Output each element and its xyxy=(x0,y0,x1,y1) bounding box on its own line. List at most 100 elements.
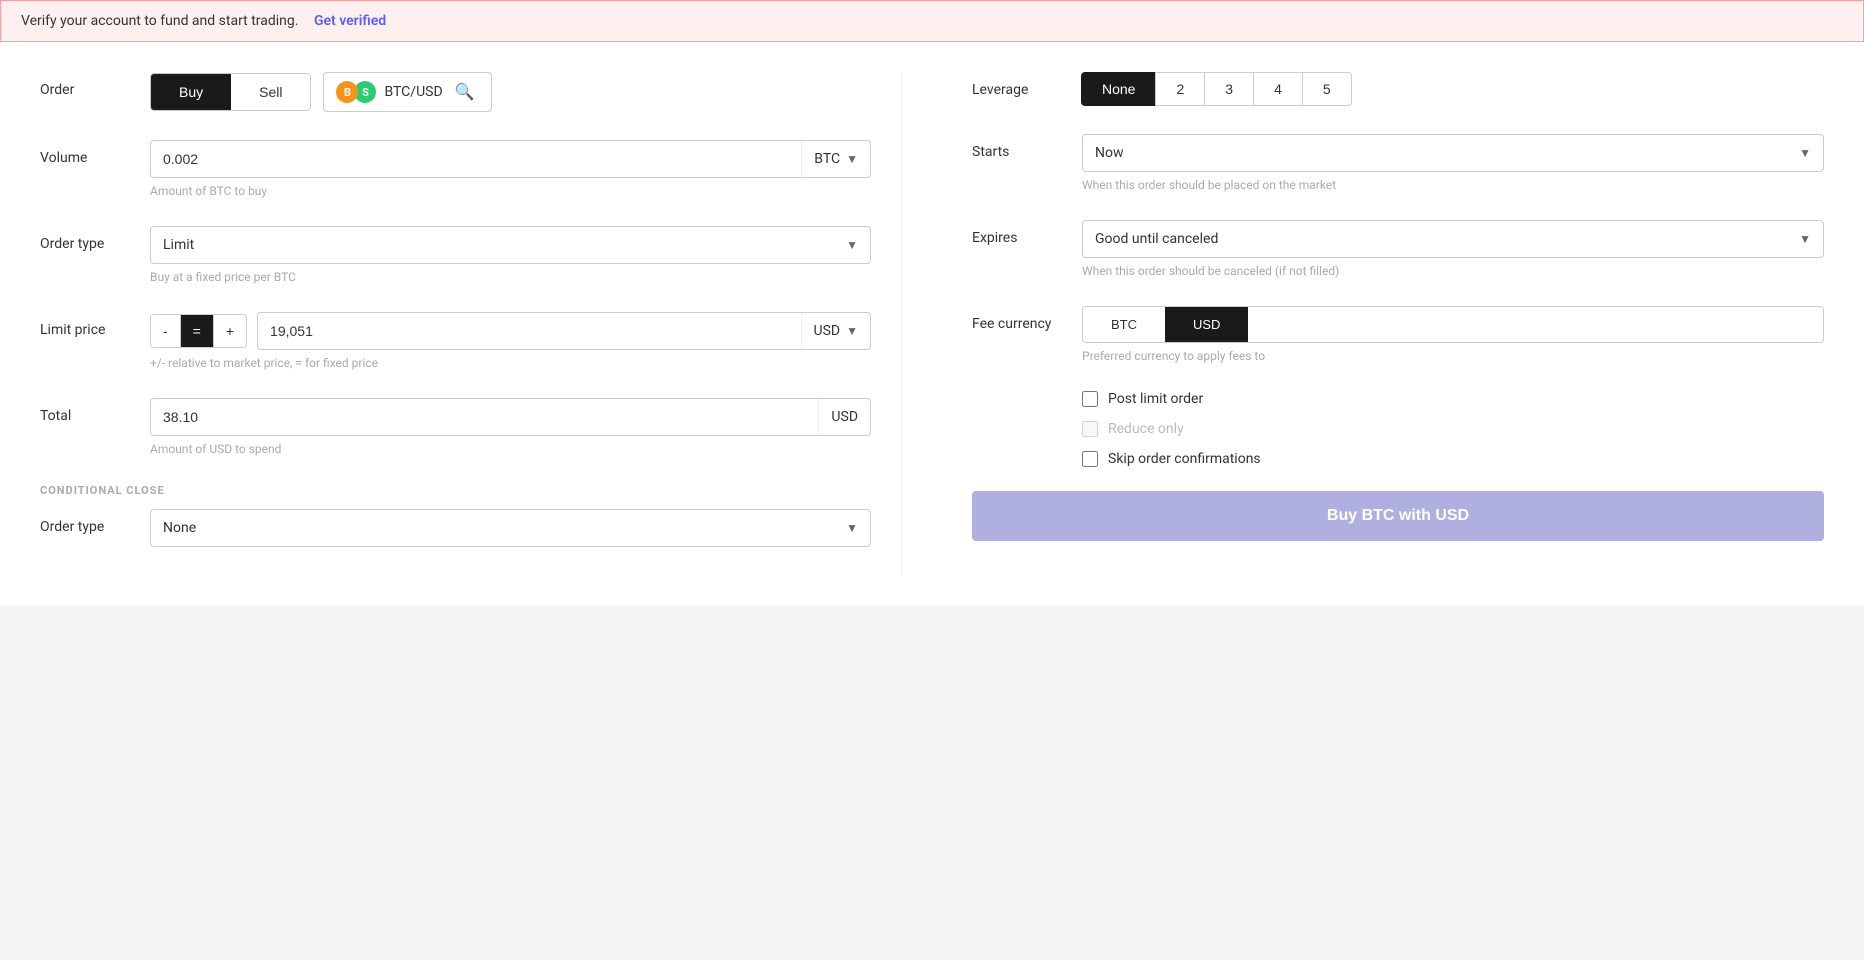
volume-chevron: ▼ xyxy=(846,152,858,166)
order-type-content: Limit ▼ Buy at a fixed price per BTC xyxy=(150,226,871,284)
limit-price-currency-label: USD xyxy=(814,323,841,339)
order-label: Order xyxy=(40,72,150,98)
volume-content: BTC ▼ Amount of BTC to buy xyxy=(150,140,871,198)
pair-selector[interactable]: B S BTC/USD 🔍 xyxy=(323,72,491,112)
limit-price-chevron: ▼ xyxy=(846,324,858,338)
fee-usd-btn[interactable]: USD xyxy=(1165,307,1248,342)
leverage-5[interactable]: 5 xyxy=(1302,72,1352,106)
left-column: Order Buy Sell B S BTC/USD 🔍 Volume xyxy=(40,72,902,575)
order-type-chevron: ▼ xyxy=(846,238,858,252)
order-type-row: Order type Limit ▼ Buy at a fixed price … xyxy=(40,226,871,284)
total-currency-label: USD xyxy=(831,409,858,425)
expires-label: Expires xyxy=(972,220,1082,246)
conditional-order-type-select[interactable]: None ▼ xyxy=(150,509,871,547)
limit-price-input[interactable] xyxy=(258,313,800,349)
minus-button[interactable]: - xyxy=(151,315,181,347)
volume-row: Volume BTC ▼ Amount of BTC to buy xyxy=(40,140,871,198)
conditional-order-type-content: None ▼ xyxy=(150,509,871,547)
leverage-options: None 2 3 4 5 xyxy=(1082,72,1824,106)
expires-select[interactable]: Good until canceled ▼ xyxy=(1082,220,1824,258)
pair-name: BTC/USD xyxy=(384,84,442,100)
order-type-label: Order type xyxy=(40,226,150,252)
order-type-helper: Buy at a fixed price per BTC xyxy=(150,270,871,284)
leverage-2[interactable]: 2 xyxy=(1155,72,1205,106)
buy-button-toggle[interactable]: Buy xyxy=(151,74,231,110)
plus-button[interactable]: + xyxy=(214,315,246,347)
volume-input[interactable] xyxy=(151,141,801,177)
reduce-only-label: Reduce only xyxy=(1108,421,1184,437)
pair-search-icon[interactable]: 🔍 xyxy=(451,82,479,102)
equal-button[interactable]: = xyxy=(181,315,214,347)
conditional-order-type-value: None xyxy=(163,520,196,536)
btc-icon: B xyxy=(336,81,358,103)
expires-row: Expires Good until canceled ▼ When this … xyxy=(972,220,1824,278)
conditional-order-type-label: Order type xyxy=(40,509,150,535)
limit-price-input-group: USD ▼ xyxy=(257,312,871,350)
limit-price-currency[interactable]: USD ▼ xyxy=(801,313,870,349)
starts-value: Now xyxy=(1095,145,1124,161)
alert-text: Verify your account to fund and start tr… xyxy=(21,13,298,29)
total-helper: Amount of USD to spend xyxy=(150,442,871,456)
conditional-order-chevron: ▼ xyxy=(846,521,858,535)
skip-confirmations-row: Skip order confirmations xyxy=(1082,451,1824,467)
reduce-only-checkbox[interactable] xyxy=(1082,421,1098,437)
volume-input-group: BTC ▼ xyxy=(150,140,871,178)
leverage-content: None 2 3 4 5 xyxy=(1082,72,1824,106)
fee-toggle: BTC USD xyxy=(1082,306,1824,343)
fee-currency-label: Fee currency xyxy=(972,306,1082,332)
alert-banner: Verify your account to fund and start tr… xyxy=(0,0,1864,42)
volume-currency[interactable]: BTC ▼ xyxy=(801,141,870,177)
buy-button-container: Buy BTC with USD xyxy=(972,481,1824,541)
volume-label: Volume xyxy=(40,140,150,166)
sell-button-toggle[interactable]: Sell xyxy=(231,74,310,110)
fee-currency-row: Fee currency BTC USD Preferred currency … xyxy=(972,306,1824,363)
total-currency: USD xyxy=(818,399,870,435)
starts-select[interactable]: Now ▼ xyxy=(1082,134,1824,172)
modifier-buttons: - = + xyxy=(150,314,247,348)
limit-price-control: - = + USD ▼ xyxy=(150,312,871,350)
expires-value: Good until canceled xyxy=(1095,231,1218,247)
limit-price-row: Limit price - = + USD ▼ xyxy=(40,312,871,370)
buy-sell-toggle: Buy Sell xyxy=(150,73,311,111)
starts-row: Starts Now ▼ When this order should be p… xyxy=(972,134,1824,192)
conditional-close-section: CONDITIONAL CLOSE Order type None ▼ xyxy=(40,484,871,547)
leverage-4[interactable]: 4 xyxy=(1253,72,1303,106)
post-limit-checkbox[interactable] xyxy=(1082,391,1098,407)
total-label: Total xyxy=(40,398,150,424)
order-row: Order Buy Sell B S BTC/USD 🔍 xyxy=(40,72,871,112)
volume-helper: Amount of BTC to buy xyxy=(150,184,871,198)
conditional-close-label: CONDITIONAL CLOSE xyxy=(40,484,871,497)
reduce-only-row: Reduce only xyxy=(1082,421,1824,437)
starts-label: Starts xyxy=(972,134,1082,160)
get-verified-link[interactable]: Get verified xyxy=(314,13,386,29)
post-limit-row: Post limit order xyxy=(1082,391,1824,407)
fee-btc-btn[interactable]: BTC xyxy=(1083,307,1165,342)
starts-chevron: ▼ xyxy=(1799,146,1811,160)
fee-currency-content: BTC USD Preferred currency to apply fees… xyxy=(1082,306,1824,363)
expires-chevron: ▼ xyxy=(1799,232,1811,246)
expires-helper: When this order should be canceled (if n… xyxy=(1082,264,1824,278)
post-limit-label: Post limit order xyxy=(1108,391,1203,407)
skip-confirmations-label: Skip order confirmations xyxy=(1108,451,1261,467)
limit-price-helper: +/- relative to market price, = for fixe… xyxy=(150,356,871,370)
expires-content: Good until canceled ▼ When this order sh… xyxy=(1082,220,1824,278)
total-row: Total USD Amount of USD to spend xyxy=(40,398,871,456)
buy-btc-button[interactable]: Buy BTC with USD xyxy=(972,491,1824,541)
leverage-none[interactable]: None xyxy=(1081,72,1156,106)
order-controls: Buy Sell B S BTC/USD 🔍 xyxy=(150,72,871,112)
main-form: Order Buy Sell B S BTC/USD 🔍 Volume xyxy=(0,42,1864,605)
fee-currency-helper: Preferred currency to apply fees to xyxy=(1082,349,1824,363)
volume-currency-label: BTC xyxy=(814,151,840,167)
checkbox-section: Post limit order Reduce only Skip order … xyxy=(1082,391,1824,467)
leverage-row: Leverage None 2 3 4 5 xyxy=(972,72,1824,106)
total-input[interactable] xyxy=(151,399,818,435)
pair-icons: B S xyxy=(336,81,376,103)
order-type-value: Limit xyxy=(163,237,194,253)
skip-confirmations-checkbox[interactable] xyxy=(1082,451,1098,467)
leverage-3[interactable]: 3 xyxy=(1204,72,1254,106)
order-type-select-group[interactable]: Limit ▼ xyxy=(150,226,871,264)
conditional-order-type-row: Order type None ▼ xyxy=(40,509,871,547)
limit-price-content: - = + USD ▼ +/- relative to market price… xyxy=(150,312,871,370)
limit-price-label: Limit price xyxy=(40,312,150,338)
total-input-group: USD xyxy=(150,398,871,436)
